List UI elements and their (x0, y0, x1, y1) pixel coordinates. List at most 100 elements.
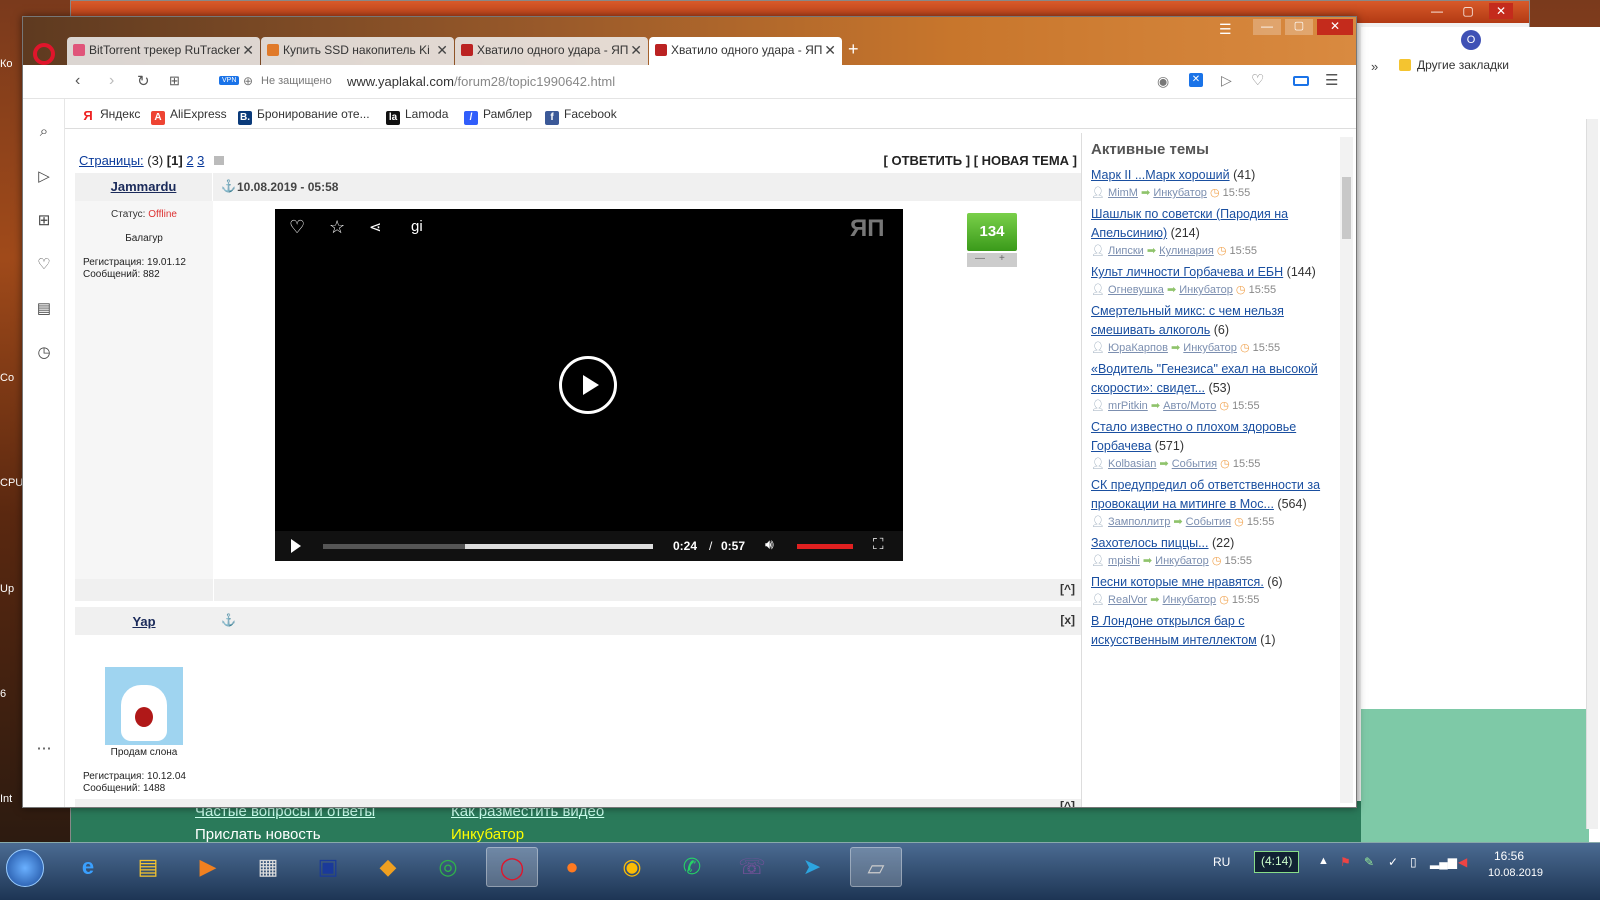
desktop-icon-label[interactable]: Up (0, 583, 22, 595)
tray-signal-icon[interactable]: ▂▄▆ (1430, 855, 1457, 869)
mail-icon[interactable] (214, 156, 225, 165)
topic-user[interactable]: Огневушка (1108, 284, 1164, 296)
speed-dial-icon[interactable]: ⊞ (169, 73, 180, 89)
topic-section[interactable]: События (1186, 516, 1231, 528)
tab-yaplakal-active[interactable]: Хватило одного удара - ЯП ✕ (649, 37, 842, 65)
topic-user[interactable]: ЮраКарпов (1108, 342, 1168, 354)
footer-link[interactable]: Прислать новость (195, 826, 321, 843)
gif-button[interactable]: gi (411, 218, 423, 235)
battery-saver-icon[interactable] (1293, 76, 1309, 86)
puzzle-icon[interactable]: ◆ (362, 847, 414, 887)
bookmark-booking[interactable]: B. Бронирование оте... (238, 107, 370, 125)
tab-rutracker[interactable]: BitTorrent трекер RuTracker ✕ (67, 37, 260, 65)
play-pause-icon[interactable] (291, 539, 301, 553)
calculator-icon[interactable]: ▦ (242, 847, 294, 887)
flow-icon[interactable]: ▷ (35, 167, 53, 185)
tray-pen-icon[interactable]: ✎ (1364, 855, 1374, 869)
topic-section[interactable]: Инкубатор (1163, 594, 1217, 606)
scrollbar-thumb[interactable] (1342, 177, 1351, 239)
search-icon[interactable]: ⌕ (35, 123, 53, 141)
desktop-icon-label[interactable]: CPU (0, 477, 22, 489)
topic-link[interactable]: Песни которые мне нравятся. (1091, 575, 1264, 589)
chrome-icon[interactable]: ◉ (606, 847, 658, 887)
footer-link[interactable]: Инкубатор (451, 826, 524, 843)
opera-gx-icon[interactable]: ◎ (422, 847, 474, 887)
reload-icon[interactable]: ↻ (137, 72, 150, 90)
tray-flag-icon[interactable]: ⚑ (1340, 855, 1351, 869)
bookmarks-heart-icon[interactable]: ♡ (35, 255, 53, 273)
viber-icon[interactable]: ☏ (726, 847, 778, 887)
history-icon[interactable]: ◷ (35, 343, 53, 361)
topic-link[interactable]: В Лондоне открылся бар с искусственным и… (1091, 614, 1257, 647)
topic-section[interactable]: Кулинария (1159, 245, 1214, 257)
topic-user[interactable]: Замполлитр (1108, 516, 1170, 528)
close-tab-icon[interactable]: ✕ (242, 42, 254, 59)
to-top-link[interactable]: [^] (1060, 582, 1075, 596)
speed-dial-icon[interactable]: ⊞ (35, 211, 53, 229)
to-top-link[interactable]: [^] (1060, 799, 1075, 807)
desktop-icon-label[interactable]: Co (0, 372, 22, 384)
anchor-icon[interactable]: ⚓ (221, 179, 236, 193)
scrollbar[interactable] (1586, 119, 1598, 829)
maximize-button[interactable]: ▢ (1456, 3, 1480, 19)
editor-icon[interactable]: ▱ (850, 847, 902, 887)
save-disk-icon[interactable]: ▣ (302, 847, 354, 887)
easy-setup-icon[interactable]: ☰ (1325, 71, 1338, 89)
address-bar[interactable]: www.yaplakal.com/forum28/topic1990642.ht… (347, 74, 615, 89)
topic-link[interactable]: Стало известно о плохом здоровье Горбаче… (1091, 420, 1296, 453)
desktop-icon-label[interactable]: Int (0, 793, 22, 805)
explorer-icon[interactable]: ▤ (122, 847, 174, 887)
clock-time[interactable]: 16:56 (1494, 849, 1524, 863)
topic-user[interactable]: mpishi (1108, 555, 1140, 567)
topic-user[interactable]: mrPitkin (1108, 400, 1148, 412)
volume-slider[interactable] (797, 544, 853, 549)
page-2-link[interactable]: 2 (186, 153, 193, 168)
topic-link[interactable]: Смертельный микс: с чем нельзя смешивать… (1091, 304, 1284, 337)
video-progress-bar[interactable] (323, 544, 653, 549)
start-button[interactable] (6, 849, 44, 887)
close-tab-icon[interactable]: ✕ (436, 42, 448, 59)
forward-icon[interactable]: › (109, 72, 114, 90)
topic-section[interactable]: Инкубатор (1153, 187, 1207, 199)
bookmark-lamoda[interactable]: la Lamoda (386, 107, 448, 125)
opera-taskbar-icon[interactable]: ◯ (486, 847, 538, 887)
media-player-icon[interactable]: ▶ (182, 847, 234, 887)
bookmark-facebook[interactable]: f Facebook (545, 107, 617, 125)
vpn-badge[interactable]: VPN (219, 76, 240, 85)
camera-icon[interactable]: ◉ (1157, 73, 1169, 90)
tab-ssd[interactable]: Купить SSD накопитель Ki ✕ (261, 37, 454, 65)
rating-plus[interactable]: + (999, 253, 1005, 264)
other-bookmarks[interactable]: Другие закладки (1417, 58, 1509, 72)
like-heart-icon[interactable]: ♡ (289, 217, 305, 238)
rating-minus[interactable]: — (975, 253, 985, 264)
topic-section[interactable]: Инкубатор (1183, 342, 1237, 354)
topic-section[interactable]: Инкубатор (1155, 555, 1209, 567)
more-icon[interactable]: ⋯ (35, 739, 53, 757)
opera-logo-icon[interactable] (33, 43, 55, 65)
topic-user[interactable]: Kolbasian (1108, 458, 1156, 470)
ie-icon[interactable]: e (62, 847, 114, 887)
topic-link[interactable]: Марк II ...Марк хороший (1091, 168, 1230, 182)
close-tab-icon[interactable]: ✕ (630, 42, 642, 59)
topic-user[interactable]: MimM (1108, 187, 1138, 199)
topic-section[interactable]: Инкубатор (1179, 284, 1233, 296)
topic-user[interactable]: Липски (1108, 245, 1144, 257)
volume-icon[interactable]: 🔊︎ (765, 536, 774, 553)
maximize-button[interactable]: ▢ (1285, 19, 1313, 35)
topic-link[interactable]: Культ личности Горбачева и ЕБН (1091, 265, 1283, 279)
topic-section[interactable]: Авто/Мото (1163, 400, 1216, 412)
share-icon[interactable]: ⋖ (369, 218, 382, 236)
clock-date[interactable]: 10.08.2019 (1488, 867, 1543, 879)
pages-label[interactable]: Страницы: (79, 153, 144, 168)
close-post-button[interactable]: [x] (1060, 613, 1075, 627)
bookmarks-overflow[interactable]: » (1371, 59, 1378, 74)
close-button[interactable]: ✕ (1489, 3, 1513, 19)
profile-avatar[interactable]: O (1461, 30, 1481, 50)
telegram-icon[interactable]: ➤ (786, 847, 838, 887)
send-icon[interactable]: ▷ (1221, 72, 1232, 89)
fullscreen-icon[interactable]: ⛶ (873, 536, 884, 553)
favorite-star-icon[interactable]: ☆ (329, 217, 345, 238)
minimize-button[interactable]: — (1425, 3, 1449, 19)
topic-user[interactable]: RealVor (1108, 594, 1147, 606)
topic-link[interactable]: Захотелось пиццы... (1091, 536, 1209, 550)
